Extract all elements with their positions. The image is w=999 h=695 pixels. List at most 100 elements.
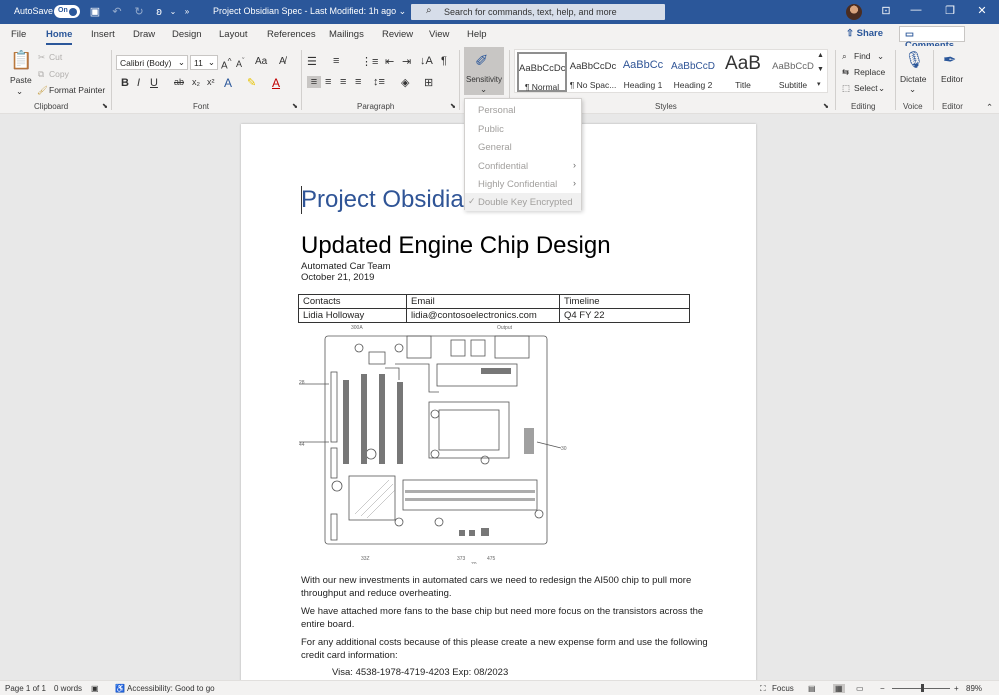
zoom-slider-thumb[interactable] bbox=[921, 684, 924, 692]
menu-item-personal[interactable]: Personal bbox=[465, 101, 581, 119]
autosave-toggle[interactable]: On bbox=[54, 5, 80, 18]
font-size-select[interactable]: 11 ⌄ bbox=[190, 55, 218, 70]
font-family-select[interactable]: Calibri (Body) ⌄ bbox=[116, 55, 188, 70]
doc-heading[interactable]: Updated Engine Chip Design bbox=[301, 232, 611, 260]
table-header[interactable]: Email bbox=[406, 294, 560, 309]
paste-dropdown-icon[interactable]: ⌄ bbox=[16, 86, 23, 97]
menu-item-public[interactable]: Public bbox=[465, 120, 581, 138]
tab-references[interactable]: References bbox=[267, 29, 316, 40]
font-launcher-icon[interactable]: ⬊ bbox=[292, 102, 298, 110]
contacts-table[interactable]: Contacts Email Timeline Lidia Holloway l… bbox=[298, 294, 690, 323]
print-layout-icon[interactable]: ▦ bbox=[833, 684, 845, 693]
font-color-icon[interactable]: A bbox=[272, 76, 280, 90]
strikethrough-icon[interactable]: ab bbox=[174, 77, 184, 87]
microphone-icon[interactable]: 🎙 bbox=[904, 50, 924, 70]
redo-icon[interactable]: ↻ bbox=[132, 5, 146, 19]
underline-icon[interactable]: U bbox=[150, 77, 158, 89]
zoom-in-icon[interactable]: + bbox=[954, 684, 959, 693]
tab-home[interactable]: Home bbox=[46, 29, 73, 45]
bold-icon[interactable]: B bbox=[121, 77, 129, 89]
comments-button[interactable]: ▭ Comments bbox=[899, 26, 965, 51]
align-left-icon[interactable]: ≡ bbox=[307, 76, 321, 88]
italic-icon[interactable]: I bbox=[137, 77, 140, 89]
touch-mode-icon[interactable]: ʚ bbox=[152, 5, 166, 19]
text-effects-icon[interactable]: A bbox=[224, 76, 232, 90]
menu-item-general[interactable]: General bbox=[465, 138, 581, 156]
zoom-out-icon[interactable]: − bbox=[880, 684, 885, 693]
style-normal[interactable]: AaBbCcDc ¶ Normal bbox=[517, 52, 567, 92]
web-layout-icon[interactable]: ▭ bbox=[856, 684, 864, 693]
sensitivity-button[interactable]: ✐ Sensitivity ⌄ bbox=[464, 47, 504, 95]
shrink-font-icon[interactable]: Aˇ bbox=[236, 56, 245, 69]
show-formatting-icon[interactable]: ¶ bbox=[441, 55, 447, 67]
table-header[interactable]: Timeline bbox=[559, 294, 690, 309]
styles-scroll-up-icon[interactable]: ▲ bbox=[817, 52, 824, 59]
qat-more-icon[interactable]: » bbox=[180, 5, 194, 19]
increase-indent-icon[interactable]: ⇥ bbox=[402, 55, 411, 68]
decrease-indent-icon[interactable]: ⇤ bbox=[385, 55, 394, 68]
qat-customize-icon[interactable]: ⌄ bbox=[166, 5, 180, 19]
collapse-ribbon-icon[interactable]: ⌃ bbox=[986, 102, 993, 113]
close-icon[interactable]: ✕ bbox=[972, 4, 992, 17]
minimize-icon[interactable]: — bbox=[906, 4, 926, 16]
doc-title[interactable]: Project Obsidian bbox=[301, 186, 477, 214]
dictate-button[interactable]: Dictate bbox=[900, 74, 926, 84]
tab-file[interactable]: File bbox=[11, 29, 26, 40]
doc-team[interactable]: Automated Car Team bbox=[301, 261, 391, 272]
style-heading-1[interactable]: AaBbCc Heading 1 bbox=[618, 52, 668, 92]
read-mode-icon[interactable]: ▤ bbox=[808, 684, 816, 693]
doc-card-line[interactable]: Visa: 4538-1978-4719-4203 Exp: 08/2023 bbox=[332, 667, 742, 680]
styles-more-icon[interactable]: ▾ bbox=[817, 80, 821, 88]
style-title[interactable]: AaB Title bbox=[718, 52, 768, 92]
justify-icon[interactable]: ≡ bbox=[355, 76, 361, 88]
tab-design[interactable]: Design bbox=[172, 29, 202, 40]
tab-layout[interactable]: Layout bbox=[219, 29, 248, 40]
line-spacing-icon[interactable]: ↕≡ bbox=[373, 76, 385, 88]
replace-button[interactable]: Replace bbox=[854, 67, 885, 77]
chevron-down-icon[interactable]: ⌄ bbox=[878, 83, 885, 94]
page-count[interactable]: Page 1 of 1 bbox=[5, 684, 46, 693]
restore-icon[interactable]: ❐ bbox=[940, 4, 960, 17]
style-heading-2[interactable]: AaBbCcD Heading 2 bbox=[668, 52, 718, 92]
circuit-board-figure[interactable]: 300A Output 28 44 30 33Z 373 475 70 bbox=[299, 324, 589, 564]
share-button[interactable]: ⇧ Share bbox=[846, 28, 883, 39]
menu-item-confidential[interactable]: Confidential › bbox=[465, 157, 581, 175]
grow-font-icon[interactable]: A^ bbox=[221, 56, 232, 71]
tab-draw[interactable]: Draw bbox=[133, 29, 155, 40]
doc-paragraph[interactable]: We have attached more fans to the base c… bbox=[301, 606, 711, 631]
avatar[interactable] bbox=[846, 4, 862, 20]
find-button[interactable]: Find bbox=[854, 51, 871, 61]
table-cell[interactable]: lidia@contosoelectronics.com bbox=[406, 308, 560, 323]
numbering-icon[interactable]: ≡ bbox=[333, 55, 339, 67]
styles-scroll-down-icon[interactable]: ▼ bbox=[817, 66, 824, 73]
menu-item-highly-confidential[interactable]: Highly Confidential › bbox=[465, 175, 581, 193]
copy-button[interactable]: Copy bbox=[49, 69, 69, 79]
tab-insert[interactable]: Insert bbox=[91, 29, 115, 40]
tab-help[interactable]: Help bbox=[467, 29, 487, 40]
clear-formatting-icon[interactable]: A̸ bbox=[279, 56, 286, 67]
align-right-icon[interactable]: ≡ bbox=[340, 76, 346, 88]
search-box[interactable]: ⌕ Search for commands, text, help, and m… bbox=[411, 4, 665, 20]
chevron-down-icon[interactable]: ⌄ bbox=[909, 84, 916, 95]
change-case-icon[interactable]: Aa bbox=[255, 56, 267, 67]
multilevel-list-icon[interactable]: ⋮≡ bbox=[361, 55, 378, 68]
bullets-icon[interactable]: ☰ bbox=[307, 55, 317, 68]
paste-button[interactable]: Paste bbox=[10, 75, 32, 85]
tab-review[interactable]: Review bbox=[382, 29, 413, 40]
clipboard-launcher-icon[interactable]: ⬊ bbox=[102, 102, 108, 110]
superscript-icon[interactable]: x² bbox=[207, 77, 215, 87]
doc-paragraph[interactable]: For any additional costs because of this… bbox=[301, 637, 711, 662]
table-header[interactable]: Contacts bbox=[298, 294, 407, 309]
style-subtitle[interactable]: AaBbCcD Subtitle bbox=[768, 52, 818, 92]
borders-icon[interactable]: ⊞ bbox=[424, 76, 433, 89]
sort-icon[interactable]: ↓A bbox=[420, 55, 433, 67]
paste-icon[interactable]: 📋 bbox=[10, 50, 32, 72]
tab-mailings[interactable]: Mailings bbox=[329, 29, 364, 40]
doc-paragraph[interactable]: With our new investments in automated ca… bbox=[301, 575, 711, 600]
paragraph-launcher-icon[interactable]: ⬊ bbox=[450, 102, 456, 110]
save-icon[interactable]: ▣ bbox=[88, 5, 102, 19]
chevron-down-icon[interactable]: ⌄ bbox=[877, 51, 884, 62]
accessibility-status[interactable]: Accessibility: Good to go bbox=[127, 684, 215, 693]
cut-button[interactable]: Cut bbox=[49, 52, 62, 62]
focus-button[interactable]: Focus bbox=[772, 684, 794, 693]
